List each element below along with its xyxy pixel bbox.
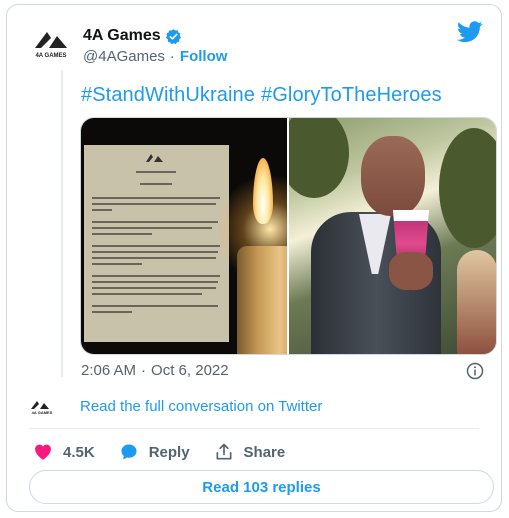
memorial-note (84, 145, 229, 342)
follow-button[interactable]: Follow (180, 48, 228, 65)
man-with-cup-photo[interactable] (289, 118, 496, 354)
like-count: 4.5K (63, 443, 95, 461)
tweet-time: 2:06 AM (81, 362, 137, 379)
conversation-row[interactable]: 4A GAMES Read the full conversation on T… (29, 398, 322, 415)
author-avatar[interactable]: 4A GAMES (27, 22, 75, 70)
man-hand (389, 252, 433, 290)
svg-text:4A GAMES: 4A GAMES (32, 410, 53, 415)
memorial-candle-photo[interactable] (81, 118, 287, 354)
read-replies-button[interactable]: Read 103 replies (29, 470, 494, 504)
candle-flame (253, 158, 273, 224)
reply-bubble-icon (121, 444, 137, 460)
separator-dot: · (169, 48, 175, 65)
man-head (361, 136, 425, 216)
like-button[interactable]: 4.5K (33, 442, 95, 462)
tweet-timestamp[interactable]: 2:06 AM · Oct 6, 2022 (81, 362, 229, 379)
background-person (457, 250, 496, 354)
verified-badge-icon (165, 28, 181, 44)
author-handle-row: @4AGames · Follow (83, 48, 227, 65)
divider (29, 428, 479, 429)
tweet-card: 4A GAMES 4A Games @4AGames · Follow #Sta… (6, 4, 502, 512)
author-name[interactable]: 4A Games (83, 27, 161, 45)
tree-foliage (439, 128, 496, 248)
hashtag-glory-to-the-heroes[interactable]: #GloryToTheHeroes (261, 84, 442, 106)
hashtag-stand-with-ukraine[interactable]: #StandWithUkraine (81, 84, 255, 106)
candle (237, 246, 287, 354)
author-name-row[interactable]: 4A Games (83, 27, 182, 45)
thread-line (61, 63, 63, 377)
timestamp-separator: · (141, 362, 147, 379)
tweet-text: #StandWithUkraine #GloryToTheHeroes (81, 84, 448, 107)
tweet-media[interactable] (80, 117, 497, 355)
note-logo-icon (146, 154, 163, 162)
author-small-logo-icon: 4A GAMES (31, 400, 53, 415)
tweet-date: Oct 6, 2022 (151, 362, 229, 379)
svg-text:4A GAMES: 4A GAMES (35, 53, 66, 59)
share-icon (216, 443, 232, 460)
share-label: Share (243, 443, 286, 461)
heart-icon (35, 444, 51, 460)
tweet-actions: 4.5K Reply Share (33, 442, 309, 462)
twitter-bird-icon[interactable] (457, 21, 483, 43)
read-full-conversation-link[interactable]: Read the full conversation on Twitter (80, 398, 322, 415)
reply-label: Reply (148, 443, 190, 461)
info-icon[interactable] (466, 362, 484, 380)
tree-foliage (289, 118, 349, 198)
author-handle[interactable]: @4AGames (83, 48, 165, 65)
reply-button[interactable]: Reply (119, 442, 190, 462)
share-button[interactable]: Share (214, 442, 286, 462)
